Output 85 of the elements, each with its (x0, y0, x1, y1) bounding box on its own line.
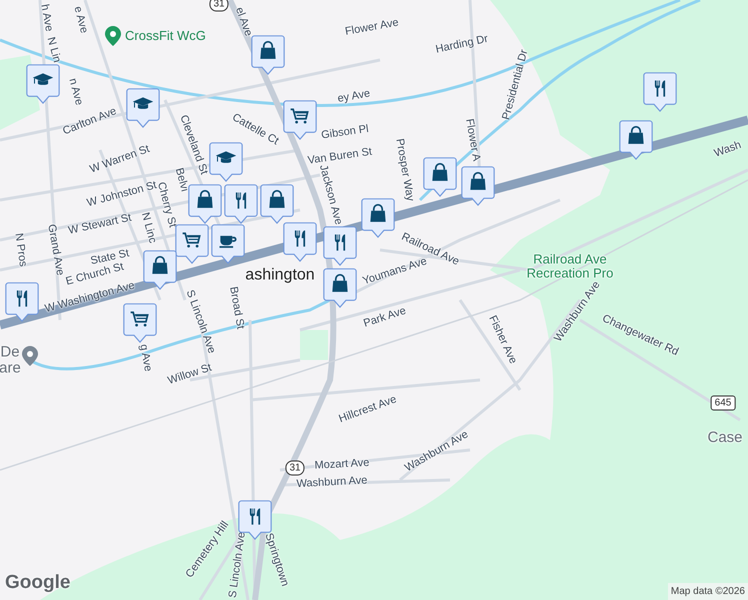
street-label: g Ave (136, 344, 154, 372)
shopping-cart-icon (290, 108, 309, 124)
shopping-bag-icon (269, 190, 285, 208)
street-label: W Johnston St (86, 180, 158, 210)
map-marker[interactable] (123, 303, 157, 343)
street-label: W Warren St (88, 144, 152, 176)
street-label: Carlton Ave (62, 106, 118, 138)
map-marker[interactable] (175, 224, 209, 264)
route-shield: 645 (710, 396, 736, 410)
coffee-cup-icon (220, 236, 236, 248)
street-label: el Ave (232, 6, 254, 38)
map-marker[interactable] (283, 100, 317, 140)
map-marker[interactable] (283, 222, 317, 262)
street-label: Grand Ave (44, 224, 66, 276)
shopping-bag-icon (332, 274, 348, 292)
location-pin-icon[interactable] (105, 26, 121, 46)
fork-knife-icon (236, 192, 246, 209)
park-label: Railroad Ave Recreation Pro (526, 252, 614, 280)
shopping-bag-icon (470, 172, 486, 190)
fork-knife-icon (250, 508, 260, 525)
shopping-bag-icon (432, 163, 448, 181)
street-label: Willow St (166, 362, 214, 388)
map-marker[interactable] (323, 268, 357, 308)
street-label: Flower Ave (344, 18, 400, 38)
street-label: N Linc (138, 211, 158, 245)
graduation-cap-icon (132, 97, 154, 109)
map-attribution: Map data ©2026 (668, 583, 748, 600)
place-name[interactable]: CrossFit WcG (125, 26, 206, 46)
map-marker[interactable] (126, 88, 160, 128)
map-marker[interactable] (461, 166, 495, 206)
route-shield: 31 (285, 460, 305, 476)
shopping-bag-icon (370, 204, 386, 222)
street-label: W Stewart St (67, 212, 133, 238)
fork-knife-icon (16, 290, 28, 307)
shopping-bag-icon (152, 256, 168, 274)
shopping-bag-icon (628, 126, 644, 144)
fork-knife-icon (334, 234, 346, 251)
map-marker[interactable] (211, 224, 245, 264)
map-marker[interactable] (361, 198, 395, 238)
street-label: Prosper Way (392, 138, 416, 202)
map-marker[interactable] (188, 184, 222, 224)
street-label: N Lin (44, 36, 62, 64)
town-label: ashington (245, 268, 315, 284)
place-label: De are (0, 344, 21, 376)
place-label: Case (707, 430, 743, 446)
map-marker[interactable] (619, 120, 653, 160)
fork-knife-icon (654, 80, 666, 97)
street-label: Mozart Ave (314, 458, 370, 472)
street-label: Youmans Ave (362, 256, 428, 288)
street-label: Gibson Pl (320, 124, 370, 142)
graduation-cap-icon (32, 73, 54, 85)
street-label: Park Ave (362, 306, 408, 330)
street-label: n Ave (66, 77, 84, 107)
street-label: h Ave (38, 4, 54, 32)
map-marker[interactable] (323, 226, 357, 266)
fork-knife-icon (294, 230, 306, 247)
street-label: ey Ave (336, 88, 372, 106)
shopping-cart-icon (182, 232, 201, 248)
street-label: Harding Dr (434, 34, 490, 56)
map-marker[interactable] (643, 72, 677, 112)
google-logo: Google (5, 570, 70, 594)
map-marker[interactable] (260, 184, 294, 224)
street-label: Flower A (462, 118, 482, 162)
street-label: Fisher Ave (486, 314, 518, 366)
street-label: Wash (713, 140, 743, 160)
map-marker[interactable] (5, 282, 39, 322)
map-marker[interactable] (26, 64, 60, 104)
map-marker[interactable] (209, 142, 243, 182)
street-label: S Lincoln Ave (228, 531, 248, 599)
graduation-cap-icon (216, 151, 236, 163)
street-label: N Pros (12, 232, 28, 268)
map-marker[interactable] (224, 184, 258, 224)
shopping-bag-icon (197, 190, 213, 208)
sports-field (300, 330, 328, 360)
shopping-bag-icon (260, 41, 276, 59)
map-marker[interactable] (143, 250, 177, 290)
location-pin-icon[interactable] (22, 346, 38, 366)
street-label: Washburn Ave (296, 475, 368, 491)
street-label: Broad St (226, 286, 246, 330)
shopping-cart-icon (130, 312, 149, 326)
street-label: e Ave (70, 5, 90, 35)
street-label: S Lincoln Ave (183, 288, 217, 356)
street-label: Belvi (172, 167, 190, 193)
map-marker[interactable] (423, 157, 457, 197)
map-marker[interactable] (251, 35, 285, 75)
